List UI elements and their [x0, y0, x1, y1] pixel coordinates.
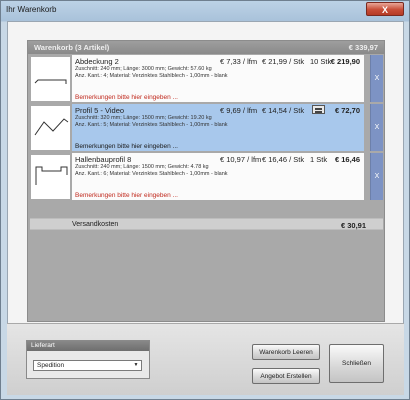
- item-details-material: Anz. Kant.: 5; Material: Verzinktes Stah…: [75, 122, 228, 128]
- remove-item-button[interactable]: X: [370, 153, 383, 200]
- cart-item[interactable]: Abdeckung 2 € 7,33 / lfm € 21,99 / Stk 1…: [30, 55, 383, 102]
- bottom-bar: Lieferart Spedition ▼ Warenkorb Leeren A…: [7, 323, 404, 395]
- item-price-per-lfm: € 7,33 / lfm: [220, 57, 258, 66]
- delivery-group-title: Lieferart: [27, 341, 149, 351]
- item-remark-field[interactable]: Bemerkungen bitte hier eingeben ...: [75, 192, 178, 199]
- profile-shape-icon: [34, 79, 67, 84]
- item-price-per-lfm: € 10,97 / lfm: [220, 155, 262, 164]
- item-quantity[interactable]: 1 Stk: [310, 155, 327, 164]
- item-remark-field[interactable]: Bemerkungen bitte hier eingeben ...: [75, 143, 178, 150]
- cart-header: Warenkorb (3 Artikel) € 339,97: [28, 41, 384, 54]
- delivery-group: Lieferart Spedition ▼: [26, 340, 150, 379]
- item-total: € 72,70: [334, 106, 360, 115]
- shipping-row: Versandkosten € 30,91: [30, 218, 383, 230]
- item-details-dimensions: Zuschnitt: 240 mm; Länge: 3000 mm; Gewic…: [75, 66, 212, 72]
- item-price-per-stk: € 21,99 / Stk: [262, 57, 305, 66]
- delivery-method-value: Spedition: [37, 362, 65, 369]
- item-price-per-stk: € 16,46 / Stk: [262, 155, 305, 164]
- profile-thumbnail: [31, 57, 70, 101]
- cart-count-label: Warenkorb (3 Artikel): [34, 43, 110, 52]
- shipping-value: € 30,91: [340, 221, 366, 230]
- profile-thumbnail: [31, 106, 70, 150]
- item-name: Abdeckung 2: [75, 57, 119, 66]
- item-body[interactable]: Profil 5 - Video € 9,69 / lfm € 14,54 / …: [72, 104, 364, 151]
- chevron-down-icon[interactable]: ▼: [132, 362, 140, 369]
- item-name: Hallenbauprofil 8: [75, 155, 132, 164]
- cart-window: Ihr Warenkorb X Warenkorb (3 Artikel) € …: [0, 0, 410, 400]
- item-price-per-lfm: € 9,69 / lfm: [220, 106, 258, 115]
- create-offer-button[interactable]: Angebot Erstellen: [252, 368, 320, 384]
- item-total: € 16,46: [334, 155, 360, 164]
- quantity-stepper[interactable]: [312, 105, 325, 114]
- shipping-label: Versandkosten: [72, 221, 119, 228]
- close-button[interactable]: Schließen: [329, 344, 384, 383]
- item-details-dimensions: Zuschnitt: 240 mm; Länge: 1500 mm; Gewic…: [75, 164, 209, 170]
- window-title: Ihr Warenkorb: [6, 5, 57, 14]
- cart-item[interactable]: Profil 5 - Video € 9,69 / lfm € 14,54 / …: [30, 104, 383, 151]
- delivery-method-select[interactable]: Spedition ▼: [33, 360, 142, 371]
- item-quantity[interactable]: 10 Stk: [310, 57, 331, 66]
- clear-cart-button[interactable]: Warenkorb Leeren: [252, 344, 320, 360]
- item-details-dimensions: Zuschnitt: 320 mm; Länge: 1500 mm; Gewic…: [75, 115, 212, 121]
- item-details-material: Anz. Kant.: 6; Material: Verzinktes Stah…: [75, 171, 228, 177]
- cart-total: € 339,97: [348, 43, 378, 52]
- delivery-title-label: Lieferart: [31, 342, 55, 349]
- window-close-button[interactable]: X: [366, 2, 404, 16]
- item-body[interactable]: Hallenbauprofil 8 € 10,97 / lfm € 16,46 …: [72, 153, 364, 200]
- profile-shape-icon: [34, 118, 69, 136]
- item-remark-field[interactable]: Bemerkungen bitte hier eingeben ...: [75, 94, 178, 101]
- item-total: € 219,90: [330, 57, 360, 66]
- item-price-per-stk: € 14,54 / Stk: [262, 106, 305, 115]
- remove-item-button[interactable]: X: [370, 55, 383, 102]
- cart-item[interactable]: Hallenbauprofil 8 € 10,97 / lfm € 16,46 …: [30, 153, 383, 200]
- profile-thumbnail: [31, 155, 70, 199]
- remove-item-button[interactable]: X: [370, 104, 383, 151]
- item-details-material: Anz. Kant.: 4; Material: Verzinktes Stah…: [75, 73, 228, 79]
- title-bar[interactable]: Ihr Warenkorb X: [1, 1, 409, 20]
- item-name: Profil 5 - Video: [75, 106, 125, 115]
- profile-shape-icon: [35, 166, 68, 185]
- item-body[interactable]: Abdeckung 2 € 7,33 / lfm € 21,99 / Stk 1…: [72, 55, 364, 102]
- cart-panel: Warenkorb (3 Artikel) € 339,97 Abdeckung…: [27, 40, 385, 322]
